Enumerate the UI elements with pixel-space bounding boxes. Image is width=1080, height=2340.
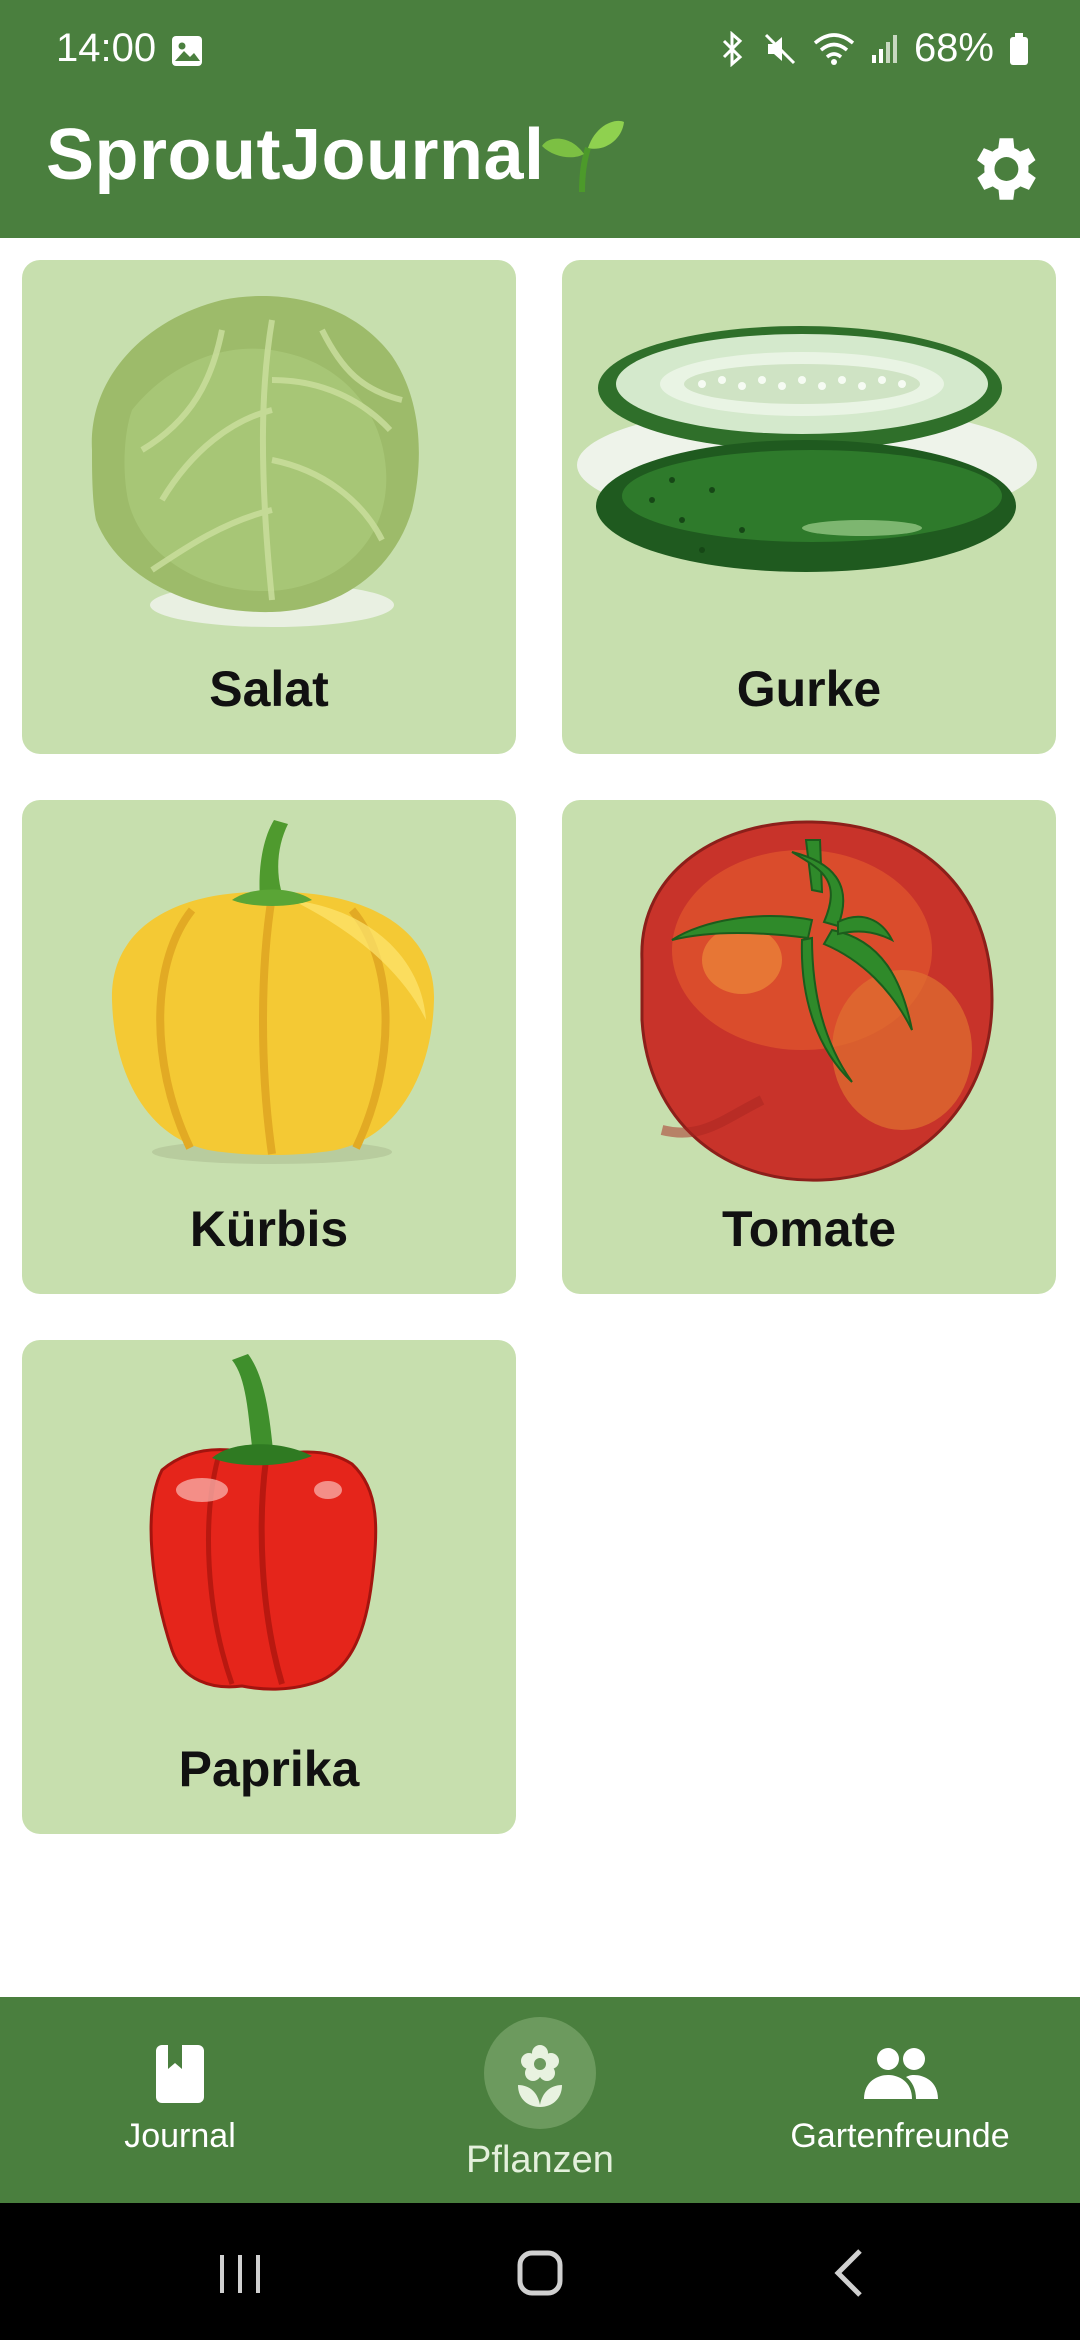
settings-button[interactable]	[962, 128, 1044, 210]
plant-card-gurke[interactable]: Gurke	[562, 260, 1056, 754]
plant-label: Salat	[209, 661, 329, 717]
plant-label: Kürbis	[189, 1201, 349, 1257]
plant-label: Tomate	[721, 1201, 897, 1257]
tomato-icon	[562, 800, 1056, 1190]
bottom-navigation: Journal Pflanzen Gartenfreunde	[0, 1997, 1080, 2203]
status-bar: 14:00 68%	[0, 0, 1080, 100]
nav-label: Pflanzen	[466, 2139, 614, 2181]
app-bar: SproutJournal	[0, 100, 1080, 238]
nav-item-gartenfreunde[interactable]: Gartenfreunde	[720, 1997, 1080, 2203]
lettuce-icon	[22, 260, 516, 650]
back-button[interactable]	[800, 2243, 900, 2303]
flower-icon	[490, 2033, 590, 2115]
bell-pepper-icon	[22, 1340, 516, 1730]
battery-text: 68%	[913, 26, 994, 70]
status-time: 14:00	[56, 26, 157, 70]
nav-label: Journal	[124, 2117, 236, 2155]
people-icon	[850, 2037, 950, 2119]
nav-item-journal[interactable]: Journal	[0, 1997, 360, 2203]
nav-label: Gartenfreunde	[790, 2117, 1010, 2155]
image-icon	[170, 34, 204, 73]
recent-apps-button[interactable]	[190, 2243, 290, 2303]
app-title: SproutJournal	[46, 115, 545, 195]
mute-icon	[762, 31, 798, 67]
sprout-icon	[540, 114, 626, 199]
battery-icon	[1008, 31, 1030, 67]
bluetooth-icon	[718, 30, 748, 67]
signal-icon	[870, 31, 900, 67]
plant-label: Paprika	[178, 1741, 360, 1797]
plant-card-kuerbis[interactable]: Kürbis	[22, 800, 516, 1294]
nav-item-pflanzen[interactable]: Pflanzen	[360, 1997, 720, 2203]
cucumber-icon	[562, 260, 1056, 650]
plant-label: Gurke	[736, 661, 882, 717]
wifi-icon	[812, 31, 856, 67]
plant-card-tomate[interactable]: Tomate	[562, 800, 1056, 1294]
plant-card-salat[interactable]: Salat	[22, 260, 516, 754]
system-navigation-bar	[0, 2203, 1080, 2340]
book-icon	[130, 2037, 230, 2119]
pumpkin-icon	[22, 800, 516, 1190]
gear-icon	[962, 138, 1044, 214]
plant-card-paprika[interactable]: Paprika	[22, 1340, 516, 1834]
home-button[interactable]	[490, 2243, 590, 2303]
